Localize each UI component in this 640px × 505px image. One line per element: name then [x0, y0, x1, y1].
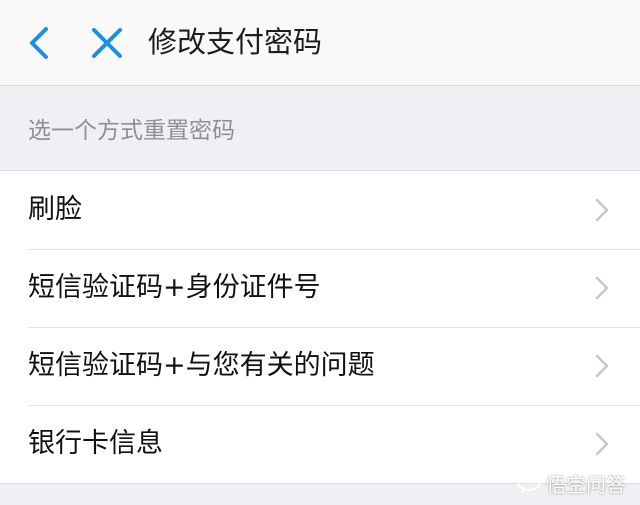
list-item-label: 短信验证码+与您有关的问题 — [28, 350, 375, 381]
close-icon — [92, 28, 122, 58]
watermark-text: 悟空问答 — [546, 472, 626, 497]
chevron-right-icon — [595, 354, 609, 378]
option-sms-security-question[interactable]: 短信验证码+与您有关的问题 — [0, 327, 640, 405]
list-item-label: 银行卡信息 — [28, 428, 163, 459]
section-header-label: 选一个方式重置密码 — [28, 118, 235, 144]
list-item-label: 刷脸 — [28, 194, 82, 225]
chevron-right-icon — [595, 432, 609, 456]
chevron-left-icon — [30, 27, 48, 59]
navigation-bar: 修改支付密码 — [0, 0, 640, 86]
chevron-right-icon — [595, 276, 609, 300]
speech-bubble-icon — [517, 473, 541, 493]
reset-method-list: 刷脸 短信验证码+身份证件号 短信验证码+与您有关的问题 银行卡信息 — [0, 170, 640, 484]
page-title: 修改支付密码 — [148, 25, 323, 59]
option-sms-id-number[interactable]: 短信验证码+身份证件号 — [0, 249, 640, 327]
list-item-label: 短信验证码+身份证件号 — [28, 272, 321, 303]
watermark: 悟空问答 — [516, 469, 626, 497]
chevron-right-icon — [595, 198, 609, 222]
close-button[interactable] — [88, 24, 126, 62]
back-button[interactable] — [24, 24, 56, 62]
option-face-recognition[interactable]: 刷脸 — [0, 171, 640, 249]
section-header: 选一个方式重置密码 — [0, 86, 640, 170]
